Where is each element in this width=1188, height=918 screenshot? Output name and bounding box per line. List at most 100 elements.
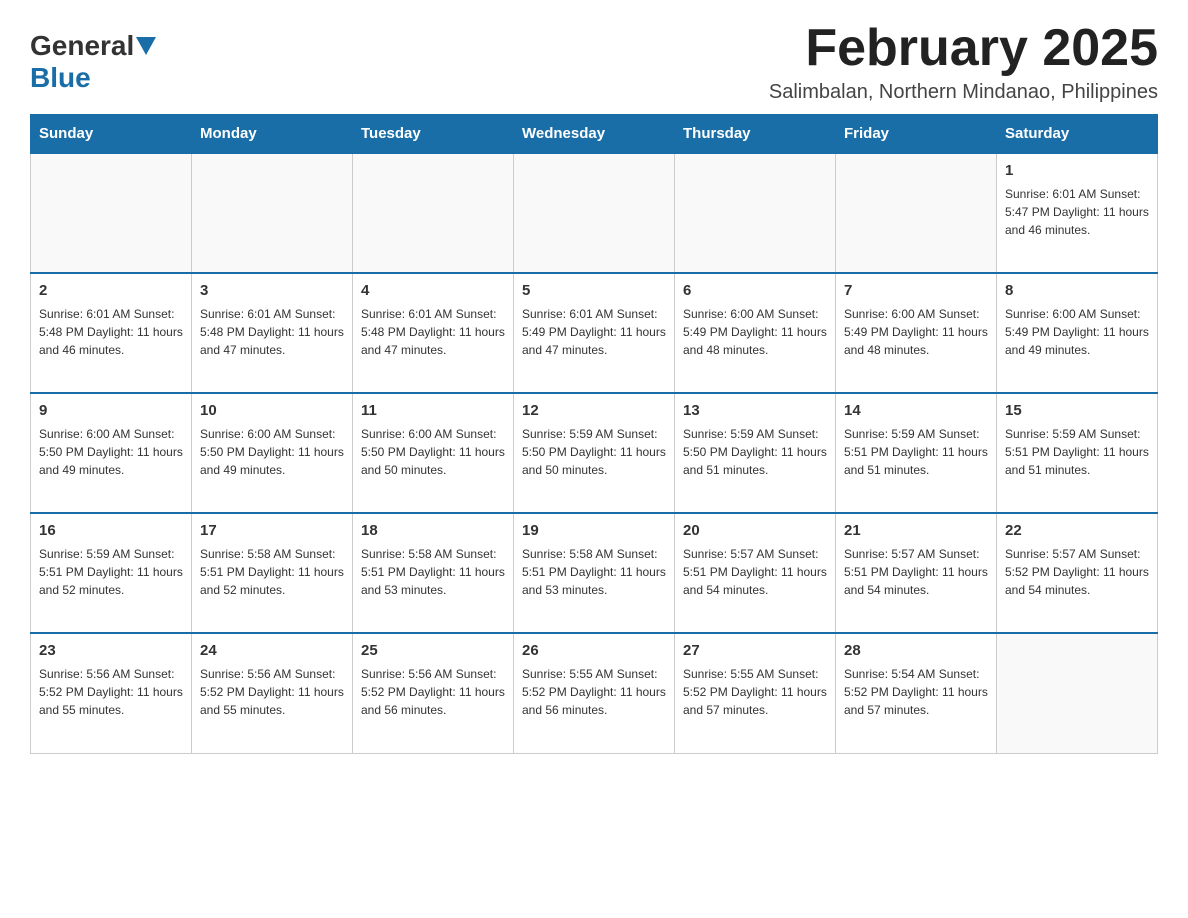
day-number: 1 bbox=[1005, 160, 1149, 182]
day-number: 9 bbox=[39, 400, 183, 422]
calendar-week-row: 2 Sunrise: 6:01 AM Sunset: 5:48 PM Daylig… bbox=[31, 273, 1158, 393]
calendar-cell bbox=[675, 153, 836, 273]
calendar-week-row: 23 Sunrise: 5:56 AM Sunset: 5:52 PM Dayli… bbox=[31, 633, 1158, 753]
calendar-week-row: 9 Sunrise: 6:00 AM Sunset: 5:50 PM Daylig… bbox=[31, 393, 1158, 513]
calendar-cell: 25 Sunrise: 5:56 AM Sunset: 5:52 PM Dayli… bbox=[353, 633, 514, 753]
calendar-week-row: 16 Sunrise: 5:59 AM Sunset: 5:51 PM Dayli… bbox=[31, 513, 1158, 633]
day-number: 10 bbox=[200, 400, 344, 422]
day-info: Sunrise: 5:57 AM Sunset: 5:51 PM Dayligh… bbox=[683, 545, 827, 599]
day-info: Sunrise: 5:58 AM Sunset: 5:51 PM Dayligh… bbox=[522, 545, 666, 599]
calendar-cell: 3 Sunrise: 6:01 AM Sunset: 5:48 PM Daylig… bbox=[192, 273, 353, 393]
day-number: 28 bbox=[844, 640, 988, 662]
calendar-cell: 27 Sunrise: 5:55 AM Sunset: 5:52 PM Dayli… bbox=[675, 633, 836, 753]
calendar-cell: 8 Sunrise: 6:00 AM Sunset: 5:49 PM Daylig… bbox=[997, 273, 1158, 393]
calendar-table: SundayMondayTuesdayWednesdayThursdayFrid… bbox=[30, 114, 1158, 754]
calendar-cell: 5Sunrise: 6:01 AM Sunset: 5:49 PM Daylig… bbox=[514, 273, 675, 393]
day-number: 11 bbox=[361, 400, 505, 422]
day-info: Sunrise: 6:00 AM Sunset: 5:49 PM Dayligh… bbox=[844, 305, 988, 359]
calendar-cell bbox=[353, 153, 514, 273]
day-number: 23 bbox=[39, 640, 183, 662]
day-number: 26 bbox=[522, 640, 666, 662]
day-info: Sunrise: 6:01 AM Sunset: 5:48 PM Dayligh… bbox=[200, 305, 344, 359]
calendar-header-thursday: Thursday bbox=[675, 115, 836, 154]
calendar-cell: 20 Sunrise: 5:57 AM Sunset: 5:51 PM Dayli… bbox=[675, 513, 836, 633]
calendar-cell: 10 Sunrise: 6:00 AM Sunset: 5:50 PM Dayli… bbox=[192, 393, 353, 513]
day-info: Sunrise: 5:54 AM Sunset: 5:52 PM Dayligh… bbox=[844, 665, 988, 719]
calendar-cell: 1 Sunrise: 6:01 AM Sunset: 5:47 PM Daylig… bbox=[997, 153, 1158, 273]
day-info: Sunrise: 6:01 AM Sunset: 5:48 PM Dayligh… bbox=[39, 305, 183, 359]
calendar-week-row: 1 Sunrise: 6:01 AM Sunset: 5:47 PM Daylig… bbox=[31, 153, 1158, 273]
day-info: Sunrise: 5:59 AM Sunset: 5:51 PM Dayligh… bbox=[1005, 425, 1149, 479]
day-info: Sunrise: 6:00 AM Sunset: 5:50 PM Dayligh… bbox=[200, 425, 344, 479]
day-number: 12 bbox=[522, 400, 666, 422]
calendar-cell: 4Sunrise: 6:01 AM Sunset: 5:48 PM Daylig… bbox=[353, 273, 514, 393]
calendar-cell: 6 Sunrise: 6:00 AM Sunset: 5:49 PM Daylig… bbox=[675, 273, 836, 393]
calendar-cell: 14Sunrise: 5:59 AM Sunset: 5:51 PM Dayli… bbox=[836, 393, 997, 513]
calendar-cell bbox=[31, 153, 192, 273]
day-number: 5 bbox=[522, 280, 666, 302]
day-info: Sunrise: 5:59 AM Sunset: 5:51 PM Dayligh… bbox=[39, 545, 183, 599]
logo-blue-text: Blue bbox=[30, 62, 91, 93]
calendar-header-row: SundayMondayTuesdayWednesdayThursdayFrid… bbox=[31, 115, 1158, 154]
day-info: Sunrise: 5:57 AM Sunset: 5:51 PM Dayligh… bbox=[844, 545, 988, 599]
calendar-cell: 7 Sunrise: 6:00 AM Sunset: 5:49 PM Daylig… bbox=[836, 273, 997, 393]
day-info: Sunrise: 6:01 AM Sunset: 5:47 PM Dayligh… bbox=[1005, 185, 1149, 239]
day-info: Sunrise: 5:58 AM Sunset: 5:51 PM Dayligh… bbox=[200, 545, 344, 599]
day-number: 16 bbox=[39, 520, 183, 542]
calendar-header-friday: Friday bbox=[836, 115, 997, 154]
day-number: 20 bbox=[683, 520, 827, 542]
logo-general-text: General bbox=[30, 30, 134, 62]
calendar-cell bbox=[192, 153, 353, 273]
day-info: Sunrise: 6:00 AM Sunset: 5:49 PM Dayligh… bbox=[1005, 305, 1149, 359]
day-number: 6 bbox=[683, 280, 827, 302]
day-info: Sunrise: 5:55 AM Sunset: 5:52 PM Dayligh… bbox=[683, 665, 827, 719]
day-info: Sunrise: 6:00 AM Sunset: 5:49 PM Dayligh… bbox=[683, 305, 827, 359]
calendar-cell: 12Sunrise: 5:59 AM Sunset: 5:50 PM Dayli… bbox=[514, 393, 675, 513]
calendar-header-sunday: Sunday bbox=[31, 115, 192, 154]
logo: General Blue bbox=[30, 30, 158, 94]
day-number: 17 bbox=[200, 520, 344, 542]
day-number: 25 bbox=[361, 640, 505, 662]
calendar-cell: 15Sunrise: 5:59 AM Sunset: 5:51 PM Dayli… bbox=[997, 393, 1158, 513]
day-info: Sunrise: 5:56 AM Sunset: 5:52 PM Dayligh… bbox=[39, 665, 183, 719]
day-number: 19 bbox=[522, 520, 666, 542]
calendar-cell: 19 Sunrise: 5:58 AM Sunset: 5:51 PM Dayli… bbox=[514, 513, 675, 633]
day-number: 22 bbox=[1005, 520, 1149, 542]
day-info: Sunrise: 5:58 AM Sunset: 5:51 PM Dayligh… bbox=[361, 545, 505, 599]
calendar-cell: 22Sunrise: 5:57 AM Sunset: 5:52 PM Dayli… bbox=[997, 513, 1158, 633]
day-number: 27 bbox=[683, 640, 827, 662]
day-number: 8 bbox=[1005, 280, 1149, 302]
calendar-cell: 26 Sunrise: 5:55 AM Sunset: 5:52 PM Dayli… bbox=[514, 633, 675, 753]
day-number: 3 bbox=[200, 280, 344, 302]
calendar-cell: 9Sunrise: 6:00 AM Sunset: 5:50 PM Daylig… bbox=[31, 393, 192, 513]
day-number: 13 bbox=[683, 400, 827, 422]
day-info: Sunrise: 5:56 AM Sunset: 5:52 PM Dayligh… bbox=[200, 665, 344, 719]
day-info: Sunrise: 5:55 AM Sunset: 5:52 PM Dayligh… bbox=[522, 665, 666, 719]
day-number: 7 bbox=[844, 280, 988, 302]
day-info: Sunrise: 5:59 AM Sunset: 5:51 PM Dayligh… bbox=[844, 425, 988, 479]
day-number: 2 bbox=[39, 280, 183, 302]
calendar-cell: 28 Sunrise: 5:54 AM Sunset: 5:52 PM Dayli… bbox=[836, 633, 997, 753]
calendar-cell bbox=[836, 153, 997, 273]
calendar-cell: 13 Sunrise: 5:59 AM Sunset: 5:50 PM Dayli… bbox=[675, 393, 836, 513]
day-number: 21 bbox=[844, 520, 988, 542]
calendar-header-tuesday: Tuesday bbox=[353, 115, 514, 154]
title-section: February 2025 Salimbalan, Northern Minda… bbox=[769, 20, 1158, 104]
month-title: February 2025 bbox=[769, 20, 1158, 77]
day-info: Sunrise: 6:00 AM Sunset: 5:50 PM Dayligh… bbox=[361, 425, 505, 479]
calendar-header-monday: Monday bbox=[192, 115, 353, 154]
day-info: Sunrise: 5:56 AM Sunset: 5:52 PM Dayligh… bbox=[361, 665, 505, 719]
day-number: 24 bbox=[200, 640, 344, 662]
calendar-cell bbox=[514, 153, 675, 273]
day-number: 4 bbox=[361, 280, 505, 302]
calendar-cell bbox=[997, 633, 1158, 753]
page-header: General Blue February 2025 Salimbalan, N… bbox=[30, 20, 1158, 104]
calendar-cell: 21 Sunrise: 5:57 AM Sunset: 5:51 PM Dayli… bbox=[836, 513, 997, 633]
day-info: Sunrise: 5:59 AM Sunset: 5:50 PM Dayligh… bbox=[683, 425, 827, 479]
day-number: 18 bbox=[361, 520, 505, 542]
calendar-cell: 23 Sunrise: 5:56 AM Sunset: 5:52 PM Dayli… bbox=[31, 633, 192, 753]
location-title: Salimbalan, Northern Mindanao, Philippin… bbox=[769, 81, 1158, 104]
calendar-header-wednesday: Wednesday bbox=[514, 115, 675, 154]
calendar-cell: 24 Sunrise: 5:56 AM Sunset: 5:52 PM Dayli… bbox=[192, 633, 353, 753]
calendar-cell: 16 Sunrise: 5:59 AM Sunset: 5:51 PM Dayli… bbox=[31, 513, 192, 633]
